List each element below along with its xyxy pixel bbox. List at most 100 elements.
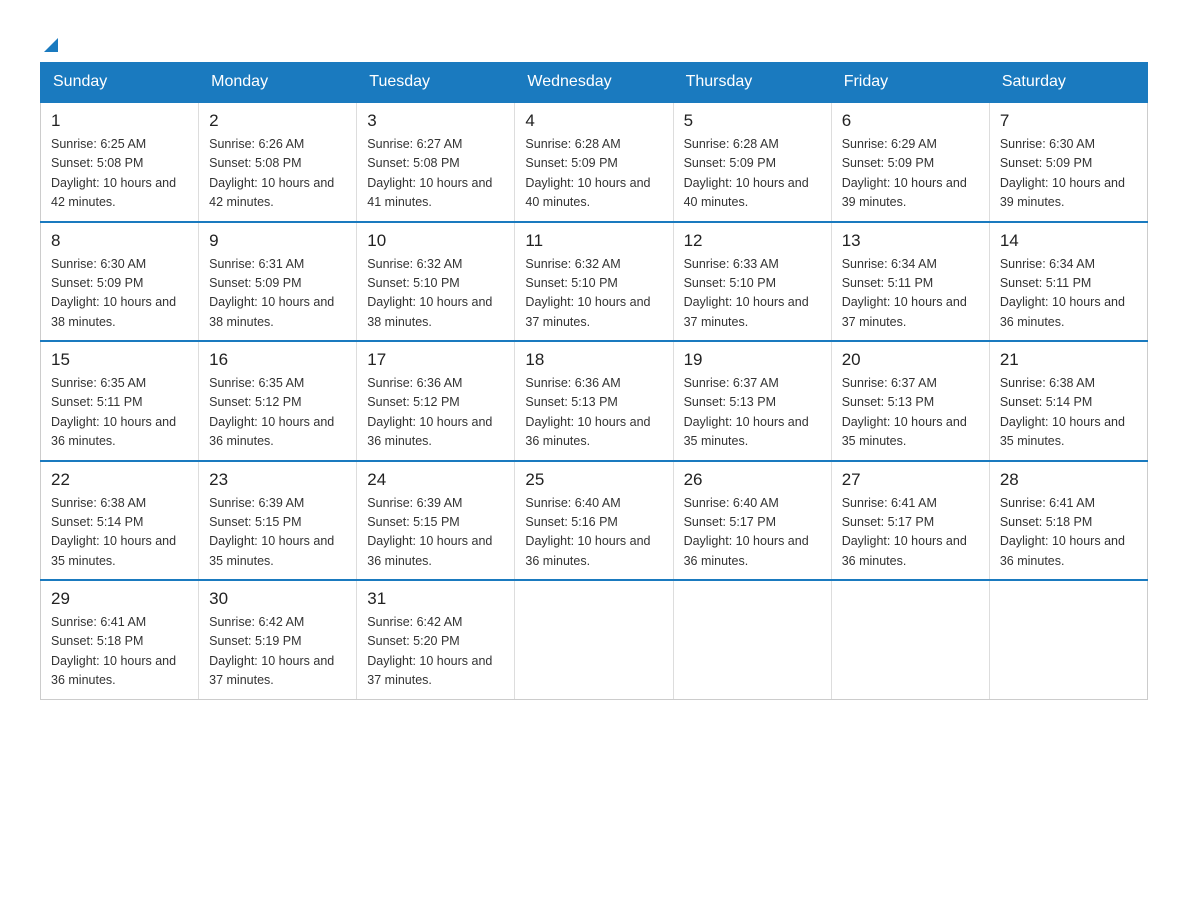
day-number: 10 — [367, 231, 504, 251]
day-number: 14 — [1000, 231, 1137, 251]
calendar-cell: 4 Sunrise: 6:28 AMSunset: 5:09 PMDayligh… — [515, 102, 673, 222]
day-detail: Sunrise: 6:42 AMSunset: 5:20 PMDaylight:… — [367, 615, 492, 687]
day-number: 15 — [51, 350, 188, 370]
day-detail: Sunrise: 6:30 AMSunset: 5:09 PMDaylight:… — [1000, 137, 1125, 209]
calendar-week-row: 29 Sunrise: 6:41 AMSunset: 5:18 PMDaylig… — [41, 580, 1148, 699]
day-detail: Sunrise: 6:32 AMSunset: 5:10 PMDaylight:… — [525, 257, 650, 329]
calendar-week-row: 8 Sunrise: 6:30 AMSunset: 5:09 PMDayligh… — [41, 222, 1148, 342]
calendar-cell: 22 Sunrise: 6:38 AMSunset: 5:14 PMDaylig… — [41, 461, 199, 581]
page-header — [40, 30, 1148, 52]
calendar-cell: 28 Sunrise: 6:41 AMSunset: 5:18 PMDaylig… — [989, 461, 1147, 581]
day-detail: Sunrise: 6:41 AMSunset: 5:17 PMDaylight:… — [842, 496, 967, 568]
calendar-cell: 12 Sunrise: 6:33 AMSunset: 5:10 PMDaylig… — [673, 222, 831, 342]
calendar-cell: 17 Sunrise: 6:36 AMSunset: 5:12 PMDaylig… — [357, 341, 515, 461]
calendar-cell: 8 Sunrise: 6:30 AMSunset: 5:09 PMDayligh… — [41, 222, 199, 342]
calendar-cell: 23 Sunrise: 6:39 AMSunset: 5:15 PMDaylig… — [199, 461, 357, 581]
calendar-cell: 27 Sunrise: 6:41 AMSunset: 5:17 PMDaylig… — [831, 461, 989, 581]
day-number: 23 — [209, 470, 346, 490]
day-detail: Sunrise: 6:36 AMSunset: 5:13 PMDaylight:… — [525, 376, 650, 448]
column-header-thursday: Thursday — [673, 63, 831, 103]
calendar-cell: 29 Sunrise: 6:41 AMSunset: 5:18 PMDaylig… — [41, 580, 199, 699]
calendar-table: SundayMondayTuesdayWednesdayThursdayFrid… — [40, 62, 1148, 700]
day-number: 13 — [842, 231, 979, 251]
day-detail: Sunrise: 6:33 AMSunset: 5:10 PMDaylight:… — [684, 257, 809, 329]
calendar-cell: 15 Sunrise: 6:35 AMSunset: 5:11 PMDaylig… — [41, 341, 199, 461]
day-number: 5 — [684, 111, 821, 131]
calendar-cell: 24 Sunrise: 6:39 AMSunset: 5:15 PMDaylig… — [357, 461, 515, 581]
day-number: 26 — [684, 470, 821, 490]
day-detail: Sunrise: 6:41 AMSunset: 5:18 PMDaylight:… — [51, 615, 176, 687]
day-number: 16 — [209, 350, 346, 370]
day-detail: Sunrise: 6:31 AMSunset: 5:09 PMDaylight:… — [209, 257, 334, 329]
calendar-cell — [515, 580, 673, 699]
column-header-monday: Monday — [199, 63, 357, 103]
day-number: 30 — [209, 589, 346, 609]
column-header-wednesday: Wednesday — [515, 63, 673, 103]
day-detail: Sunrise: 6:41 AMSunset: 5:18 PMDaylight:… — [1000, 496, 1125, 568]
day-detail: Sunrise: 6:38 AMSunset: 5:14 PMDaylight:… — [51, 496, 176, 568]
logo-triangle-icon — [44, 38, 58, 52]
column-header-saturday: Saturday — [989, 63, 1147, 103]
day-number: 12 — [684, 231, 821, 251]
day-number: 3 — [367, 111, 504, 131]
calendar-cell: 30 Sunrise: 6:42 AMSunset: 5:19 PMDaylig… — [199, 580, 357, 699]
day-detail: Sunrise: 6:35 AMSunset: 5:11 PMDaylight:… — [51, 376, 176, 448]
day-detail: Sunrise: 6:42 AMSunset: 5:19 PMDaylight:… — [209, 615, 334, 687]
day-number: 27 — [842, 470, 979, 490]
calendar-cell: 7 Sunrise: 6:30 AMSunset: 5:09 PMDayligh… — [989, 102, 1147, 222]
calendar-week-row: 1 Sunrise: 6:25 AMSunset: 5:08 PMDayligh… — [41, 102, 1148, 222]
day-number: 24 — [367, 470, 504, 490]
calendar-cell: 10 Sunrise: 6:32 AMSunset: 5:10 PMDaylig… — [357, 222, 515, 342]
calendar-cell: 21 Sunrise: 6:38 AMSunset: 5:14 PMDaylig… — [989, 341, 1147, 461]
calendar-cell: 26 Sunrise: 6:40 AMSunset: 5:17 PMDaylig… — [673, 461, 831, 581]
column-header-sunday: Sunday — [41, 63, 199, 103]
day-number: 19 — [684, 350, 821, 370]
calendar-cell — [831, 580, 989, 699]
day-number: 7 — [1000, 111, 1137, 131]
calendar-cell — [673, 580, 831, 699]
day-number: 4 — [525, 111, 662, 131]
calendar-week-row: 15 Sunrise: 6:35 AMSunset: 5:11 PMDaylig… — [41, 341, 1148, 461]
day-detail: Sunrise: 6:26 AMSunset: 5:08 PMDaylight:… — [209, 137, 334, 209]
day-detail: Sunrise: 6:28 AMSunset: 5:09 PMDaylight:… — [525, 137, 650, 209]
calendar-cell: 31 Sunrise: 6:42 AMSunset: 5:20 PMDaylig… — [357, 580, 515, 699]
calendar-cell — [989, 580, 1147, 699]
day-detail: Sunrise: 6:35 AMSunset: 5:12 PMDaylight:… — [209, 376, 334, 448]
day-detail: Sunrise: 6:36 AMSunset: 5:12 PMDaylight:… — [367, 376, 492, 448]
day-detail: Sunrise: 6:37 AMSunset: 5:13 PMDaylight:… — [842, 376, 967, 448]
calendar-header-row: SundayMondayTuesdayWednesdayThursdayFrid… — [41, 63, 1148, 103]
day-detail: Sunrise: 6:30 AMSunset: 5:09 PMDaylight:… — [51, 257, 176, 329]
day-detail: Sunrise: 6:34 AMSunset: 5:11 PMDaylight:… — [1000, 257, 1125, 329]
day-detail: Sunrise: 6:39 AMSunset: 5:15 PMDaylight:… — [367, 496, 492, 568]
day-number: 22 — [51, 470, 188, 490]
column-header-tuesday: Tuesday — [357, 63, 515, 103]
day-detail: Sunrise: 6:40 AMSunset: 5:17 PMDaylight:… — [684, 496, 809, 568]
day-number: 1 — [51, 111, 188, 131]
calendar-cell: 3 Sunrise: 6:27 AMSunset: 5:08 PMDayligh… — [357, 102, 515, 222]
calendar-cell: 16 Sunrise: 6:35 AMSunset: 5:12 PMDaylig… — [199, 341, 357, 461]
calendar-cell: 6 Sunrise: 6:29 AMSunset: 5:09 PMDayligh… — [831, 102, 989, 222]
calendar-cell: 20 Sunrise: 6:37 AMSunset: 5:13 PMDaylig… — [831, 341, 989, 461]
day-number: 20 — [842, 350, 979, 370]
calendar-cell: 9 Sunrise: 6:31 AMSunset: 5:09 PMDayligh… — [199, 222, 357, 342]
day-detail: Sunrise: 6:25 AMSunset: 5:08 PMDaylight:… — [51, 137, 176, 209]
day-number: 25 — [525, 470, 662, 490]
day-number: 9 — [209, 231, 346, 251]
day-detail: Sunrise: 6:32 AMSunset: 5:10 PMDaylight:… — [367, 257, 492, 329]
day-number: 31 — [367, 589, 504, 609]
day-number: 11 — [525, 231, 662, 251]
calendar-cell: 13 Sunrise: 6:34 AMSunset: 5:11 PMDaylig… — [831, 222, 989, 342]
day-number: 29 — [51, 589, 188, 609]
day-number: 28 — [1000, 470, 1137, 490]
day-number: 2 — [209, 111, 346, 131]
calendar-cell: 11 Sunrise: 6:32 AMSunset: 5:10 PMDaylig… — [515, 222, 673, 342]
calendar-cell: 19 Sunrise: 6:37 AMSunset: 5:13 PMDaylig… — [673, 341, 831, 461]
day-number: 6 — [842, 111, 979, 131]
logo — [40, 30, 58, 52]
calendar-cell: 1 Sunrise: 6:25 AMSunset: 5:08 PMDayligh… — [41, 102, 199, 222]
day-number: 17 — [367, 350, 504, 370]
day-number: 18 — [525, 350, 662, 370]
calendar-cell: 14 Sunrise: 6:34 AMSunset: 5:11 PMDaylig… — [989, 222, 1147, 342]
day-detail: Sunrise: 6:39 AMSunset: 5:15 PMDaylight:… — [209, 496, 334, 568]
calendar-cell: 2 Sunrise: 6:26 AMSunset: 5:08 PMDayligh… — [199, 102, 357, 222]
